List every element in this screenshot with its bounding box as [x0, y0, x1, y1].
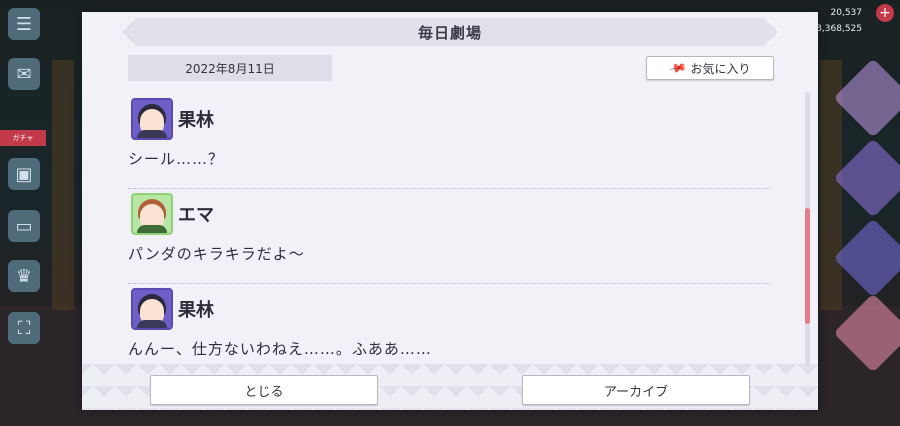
- left-menu: ☰ ✉ ガチャ ▣ ▭ ♛ ⛶: [0, 0, 50, 426]
- add-resource-button[interactable]: +: [876, 4, 894, 22]
- speaker-name: 果林: [178, 110, 214, 131]
- dialogue-entry: 果林 んんー、仕方ないわねえ……。ふああ……: [128, 284, 770, 364]
- resource-value-2: 3,368,525: [816, 24, 862, 34]
- dialogue-text: んんー、仕方ないわねえ……。ふああ……: [128, 340, 432, 358]
- menu-tile[interactable]: [833, 58, 900, 138]
- date-label: 2022年8月11日: [128, 55, 332, 81]
- character-avatar: [131, 288, 173, 330]
- speaker-name: エマ: [178, 205, 214, 226]
- avatar-body: [137, 320, 167, 328]
- dialogue-entry: エマ パンダのキラキラだよ〜: [128, 189, 770, 284]
- menu-tile[interactable]: [833, 218, 900, 298]
- speaker-name: 果林: [178, 300, 214, 321]
- dialogue-text: シール……？: [128, 150, 225, 168]
- menu-tile[interactable]: [833, 293, 900, 373]
- display-icon[interactable]: ▭: [8, 210, 40, 242]
- close-button[interactable]: とじる: [150, 375, 378, 405]
- character-avatar: [131, 193, 173, 235]
- dialog-title-bar: 毎日劇場: [122, 18, 778, 46]
- menu-icon[interactable]: ☰: [8, 8, 40, 40]
- avatar-body: [137, 130, 167, 138]
- gift-icon[interactable]: ▣: [8, 158, 40, 190]
- dialog-title: 毎日劇場: [417, 23, 482, 42]
- pin-icon: 📌: [666, 57, 688, 79]
- character-avatar: [131, 98, 173, 140]
- right-menu: 20,537 3,368,525 +: [815, 0, 900, 426]
- fullscreen-icon[interactable]: ⛶: [8, 312, 40, 344]
- resource-value-1: 20,537: [830, 8, 863, 18]
- dialogue-entry: 果林 シール……？: [128, 94, 770, 189]
- archive-button[interactable]: アーカイブ: [522, 375, 750, 405]
- daily-theater-dialog: 毎日劇場 2022年8月11日 📌 お気に入り 果林 シール……？ エマ パンダ…: [82, 12, 818, 410]
- favorite-button[interactable]: 📌 お気に入り: [646, 56, 774, 80]
- trophy-icon[interactable]: ♛: [8, 260, 40, 292]
- avatar-body: [137, 225, 167, 233]
- dialogue-text: パンダのキラキラだよ〜: [128, 245, 305, 263]
- left-menu-tag[interactable]: ガチャ: [0, 130, 46, 146]
- menu-tile[interactable]: [833, 138, 900, 218]
- favorite-label: お気に入り: [690, 61, 751, 76]
- scrollbar-thumb[interactable]: [805, 208, 810, 324]
- chat-icon[interactable]: ✉: [8, 58, 40, 90]
- dialogue-list[interactable]: 果林 シール……？ エマ パンダのキラキラだよ〜 果林 んんー、仕方ないわねえ……: [128, 94, 770, 364]
- scrollbar[interactable]: [805, 92, 810, 366]
